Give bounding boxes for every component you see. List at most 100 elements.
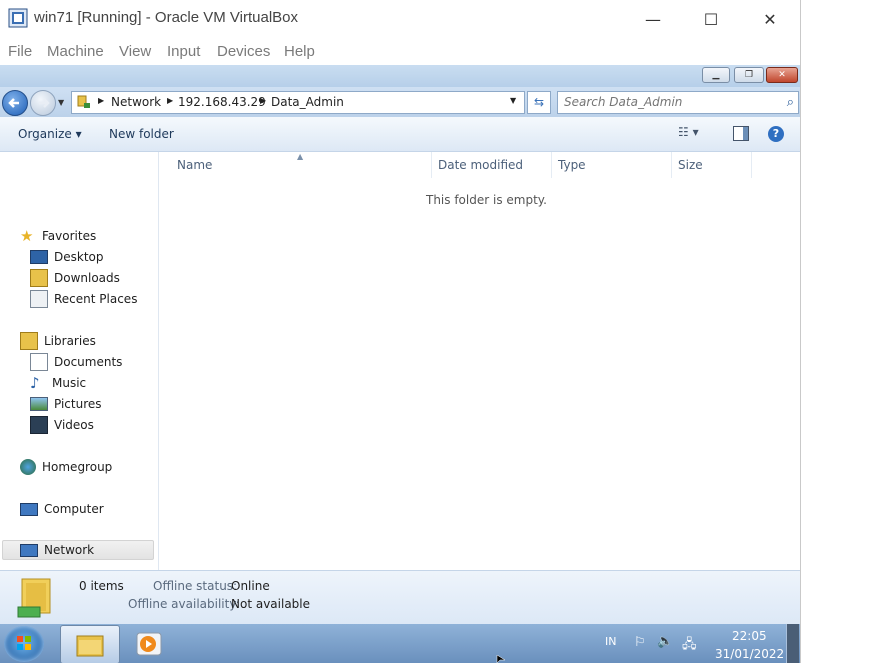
menu-file[interactable]: File	[8, 43, 32, 60]
command-bar: Organize ▾ New folder ☷ ▾ ?	[0, 117, 800, 152]
taskbar-explorer-button[interactable]	[60, 625, 120, 663]
back-button[interactable]	[2, 90, 28, 116]
column-date-modified[interactable]: Date modified	[438, 158, 523, 172]
nav-label: Documents	[54, 355, 123, 369]
menu-machine[interactable]: Machine	[47, 43, 104, 60]
guest-restore-button[interactable]: ❐	[734, 67, 764, 83]
guest-minimize-button[interactable]: ▁	[702, 67, 730, 83]
column-divider[interactable]	[551, 152, 552, 178]
start-button[interactable]	[4, 626, 44, 662]
preview-pane-button[interactable]	[733, 126, 749, 141]
organize-label: Organize	[18, 127, 72, 141]
maximize-icon: ☐	[703, 9, 719, 29]
close-icon: ✕	[763, 9, 777, 29]
nav-label: Videos	[54, 418, 94, 432]
forward-button[interactable]	[30, 90, 56, 116]
column-divider[interactable]	[671, 152, 672, 178]
close-icon: ✕	[778, 70, 786, 80]
guest-screen: ▁ ❐ ✕ ▼ ▶ Network ▶ 192.168.43.29 ▶ Data…	[0, 65, 800, 663]
close-button[interactable]: ✕	[747, 4, 793, 34]
nav-documents[interactable]: Documents	[30, 352, 122, 372]
item-count: 0 items	[79, 579, 124, 593]
offline-status-value: Online	[231, 579, 270, 593]
guest-close-button[interactable]: ✕	[766, 67, 798, 83]
nav-desktop[interactable]: Desktop	[30, 247, 104, 267]
search-box[interactable]: ⌕	[557, 91, 799, 114]
column-divider[interactable]	[431, 152, 432, 178]
back-arrow-icon	[8, 98, 19, 108]
nav-computer[interactable]: Computer	[20, 499, 104, 519]
menu-view[interactable]: View	[119, 43, 151, 60]
show-desktop-button[interactable]	[786, 624, 799, 663]
help-button[interactable]: ?	[768, 126, 784, 142]
nav-videos[interactable]: Videos	[30, 415, 94, 435]
nav-recent-places[interactable]: Recent Places	[30, 289, 137, 309]
refresh-icon: ⇆	[533, 95, 545, 109]
explorer-frame-top: ▁ ❐ ✕	[0, 65, 800, 87]
refresh-button[interactable]: ⇆	[527, 91, 551, 114]
menu-input[interactable]: Input	[167, 43, 200, 60]
sort-ascending-icon: ▲	[297, 152, 304, 161]
organize-button[interactable]: Organize ▾	[18, 127, 82, 141]
search-icon[interactable]: ⌕	[787, 95, 794, 110]
action-center-icon[interactable]: ⚐	[634, 635, 646, 650]
film-strip-icon	[30, 416, 48, 434]
column-divider[interactable]	[751, 152, 752, 178]
empty-folder-message: This folder is empty.	[426, 193, 547, 207]
nav-downloads[interactable]: Downloads	[30, 268, 120, 288]
language-indicator[interactable]: IN	[605, 635, 616, 648]
breadcrumb-network[interactable]: Network	[111, 95, 161, 109]
vbox-title-bar[interactable]: win71 [Running] - Oracle VM VirtualBox —…	[0, 0, 800, 38]
nav-label: Pictures	[54, 397, 102, 411]
recent-places-icon	[30, 290, 48, 308]
column-type[interactable]: Type	[558, 158, 586, 172]
views-icon: ☷	[678, 125, 689, 139]
media-player-icon	[136, 632, 162, 656]
breadcrumb-ip[interactable]: 192.168.43.29	[178, 95, 266, 109]
menu-devices[interactable]: Devices	[217, 43, 270, 60]
mouse-cursor-icon	[496, 655, 506, 663]
menu-help[interactable]: Help	[284, 43, 315, 60]
maximize-button[interactable]: ☐	[688, 4, 734, 34]
breadcrumb-data-admin[interactable]: Data_Admin	[271, 95, 344, 109]
nav-music[interactable]: ♪ Music	[30, 373, 86, 393]
nav-network[interactable]: Network	[2, 540, 154, 560]
nav-label: Libraries	[44, 334, 96, 348]
address-bar[interactable]: ▶ Network ▶ 192.168.43.29 ▶ Data_Admin ▼	[71, 91, 525, 114]
shared-folder-icon	[17, 578, 51, 618]
nav-homegroup[interactable]: Homegroup	[20, 457, 112, 477]
file-list[interactable]: ▲ Name Date modified Type Size This fold…	[159, 152, 800, 570]
nav-label: Music	[52, 376, 87, 390]
nav-label: Desktop	[54, 250, 104, 264]
minimize-button[interactable]: —	[630, 4, 676, 34]
pictures-icon	[30, 397, 48, 411]
vbox-title: win71 [Running] - Oracle VM VirtualBox	[34, 9, 299, 26]
network-tray-icon[interactable]: 🖧	[682, 635, 697, 657]
taskbar-media-player-button[interactable]	[130, 625, 168, 662]
offline-status-label: Offline status:	[153, 579, 238, 593]
recent-pages-dropdown[interactable]: ▼	[58, 98, 64, 107]
nav-favorites[interactable]: ★ Favorites	[20, 226, 96, 246]
clock-time[interactable]: 22:05	[732, 629, 767, 643]
volume-icon[interactable]: 🔈	[657, 634, 673, 649]
column-size[interactable]: Size	[678, 158, 703, 172]
nav-libraries[interactable]: Libraries	[20, 331, 96, 351]
nav-pictures[interactable]: Pictures	[30, 394, 102, 414]
downloads-folder-icon	[30, 269, 48, 287]
nav-label: Favorites	[42, 229, 97, 243]
clock-date[interactable]: 31/01/2022	[715, 647, 784, 661]
breadcrumb-arrow-icon[interactable]: ▶	[260, 96, 266, 105]
virtualbox-window: win71 [Running] - Oracle VM VirtualBox —…	[0, 0, 801, 663]
new-folder-button[interactable]: New folder	[109, 127, 174, 141]
navigation-pane: ★ Favorites Desktop Downloads Recent Plac…	[0, 152, 159, 570]
taskbar: IN ⚐ 🔈 🖧 22:05 31/01/2022	[0, 624, 800, 663]
breadcrumb-arrow-icon[interactable]: ▶	[98, 96, 104, 105]
search-input[interactable]	[564, 94, 764, 110]
column-name[interactable]: Name	[177, 158, 212, 172]
preview-pane-icon	[743, 127, 748, 140]
star-icon: ★	[20, 227, 34, 245]
views-button[interactable]: ☷ ▾	[678, 125, 699, 139]
breadcrumb-arrow-icon[interactable]: ▶	[167, 96, 173, 105]
address-dropdown-icon[interactable]: ▼	[510, 96, 516, 105]
vbox-menu-bar: File Machine View Input Devices Help	[0, 38, 800, 65]
